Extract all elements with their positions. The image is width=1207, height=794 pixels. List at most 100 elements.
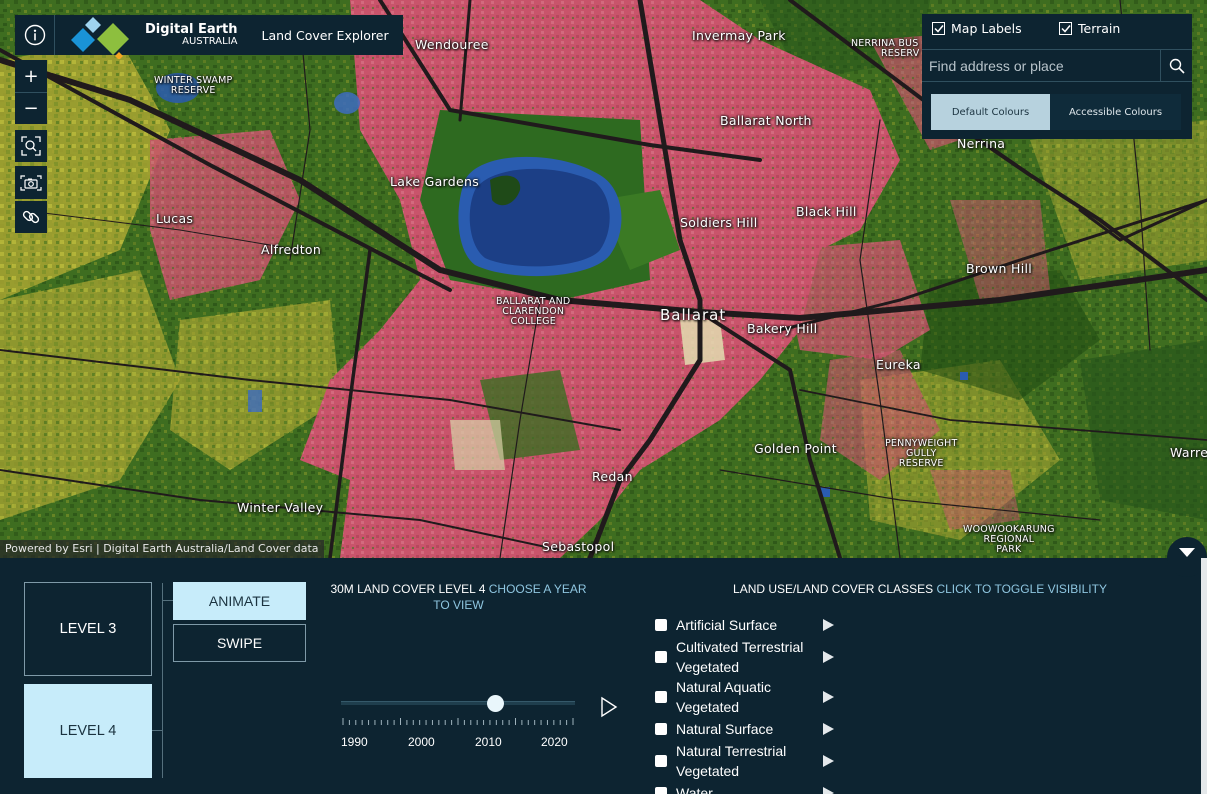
default-colours-button[interactable]: Default Colours <box>931 94 1050 130</box>
terrain-toggle[interactable]: Terrain <box>1059 21 1120 36</box>
brand-line1: Digital Earth <box>145 21 238 37</box>
chevron-down-icon <box>1179 548 1195 557</box>
search-input[interactable] <box>922 50 1160 81</box>
place-label-golden-point: Golden Point <box>754 441 837 456</box>
class-label: Cultivated Terrestrial Vegetated <box>676 637 816 677</box>
place-label-black-hill: Black Hill <box>796 204 857 219</box>
place-label-lake-gardens: Lake Gardens <box>390 174 480 189</box>
expand-arrow-icon[interactable] <box>823 651 834 663</box>
year-slider-track[interactable] <box>341 701 575 705</box>
tree-connector <box>162 600 173 601</box>
year-slider-thumb[interactable] <box>486 695 504 712</box>
map-labels-label: Map Labels <box>951 21 1022 36</box>
checkbox-checked-icon <box>932 22 945 35</box>
map-options-panel: Map Labels Terrain Default Colours Acces… <box>922 14 1192 139</box>
place-label-lucas: Lucas <box>156 211 194 226</box>
map-attribution[interactable]: Powered by Esri | Digital Earth Australi… <box>0 540 324 558</box>
screenshot-button[interactable] <box>15 166 47 199</box>
place-label-sebastopol: Sebastopol <box>542 539 615 554</box>
place-label-alfredton: Alfredton <box>261 242 322 257</box>
animate-button[interactable]: ANIMATE <box>173 582 306 620</box>
classes-title-text: LAND USE/LAND COVER CLASSES <box>733 582 934 596</box>
class-label: Natural Surface <box>676 721 774 737</box>
place-label-ballarat: Ballarat <box>660 306 727 324</box>
place-label-nerrina-bushland: NERRINA BUS RESERV <box>851 39 919 59</box>
class-item-artificial-surface[interactable]: Artificial Surface <box>655 615 834 635</box>
place-label-line: PARK <box>996 543 1022 555</box>
level4-button[interactable]: LEVEL 4 <box>24 684 152 778</box>
year-tick-label: 2000 <box>408 735 435 749</box>
place-label-wendouree: Wendouree <box>415 37 489 52</box>
place-label-line: RESERV <box>881 47 920 59</box>
class-item-water[interactable]: Water <box>655 783 834 794</box>
expand-arrow-icon[interactable] <box>823 755 834 767</box>
place-label-college: BALLARAT AND CLARENDON COLLEGE <box>496 297 570 327</box>
panel-scrollbar[interactable] <box>1201 558 1207 794</box>
share-link-button[interactable] <box>15 201 47 233</box>
dea-logo-icon <box>71 17 129 59</box>
place-label-invermay-park: Invermay Park <box>692 28 786 43</box>
level3-button[interactable]: LEVEL 3 <box>24 582 152 676</box>
layer-title: 30M LAND COVER LEVEL 4 CHOOSE A YEAR TO … <box>322 581 595 613</box>
class-label-line: Cultivated Terrestrial <box>676 639 804 655</box>
zoom-out-button[interactable]: − <box>15 92 47 124</box>
place-label-redan: Redan <box>592 469 633 484</box>
classes-title-hint: CLICK TO TOGGLE VISIBILITY <box>936 582 1107 596</box>
play-button[interactable] <box>599 696 619 718</box>
checkbox-unchecked-icon[interactable] <box>655 651 667 663</box>
link-icon <box>22 210 40 224</box>
minus-icon: − <box>23 98 39 119</box>
place-label-brown-hill: Brown Hill <box>966 261 1033 276</box>
class-label-line: Vegetated <box>676 699 740 715</box>
checkbox-unchecked-icon[interactable] <box>655 723 667 735</box>
play-icon <box>601 696 618 718</box>
class-label: Water <box>676 785 713 794</box>
checkbox-unchecked-icon[interactable] <box>655 619 667 631</box>
accessible-colours-button[interactable]: Accessible Colours <box>1050 94 1181 130</box>
place-label-line: RESERVE <box>170 84 216 96</box>
year-tick-label: 2020 <box>541 735 568 749</box>
brand-line2: AUSTRALIA <box>182 35 238 47</box>
zoom-to-extent-button[interactable] <box>15 130 47 162</box>
year-tick-label: 2010 <box>475 735 502 749</box>
class-item-natural-aquatic-vegetated[interactable]: Natural Aquatic Vegetated <box>655 677 834 717</box>
place-label-soldiers-hill: Soldiers Hill <box>680 215 758 230</box>
class-label-line: Vegetated <box>676 659 740 675</box>
place-label-pennyweight: PENNYWEIGHT GULLY RESERVE <box>885 439 957 469</box>
terrain-label: Terrain <box>1078 21 1121 36</box>
classes-title: LAND USE/LAND COVER CLASSES CLICK TO TOG… <box>700 581 1140 597</box>
expand-arrow-icon[interactable] <box>823 619 834 631</box>
class-label: Natural Aquatic Vegetated <box>676 677 816 717</box>
class-label-line: Natural Aquatic <box>676 679 771 695</box>
info-button[interactable] <box>15 15 55 55</box>
checkbox-checked-icon <box>1059 22 1072 35</box>
class-item-cultivated-terrestrial-vegetated[interactable]: Cultivated Terrestrial Vegetated <box>655 637 834 677</box>
zoom-in-button[interactable]: + <box>15 60 47 92</box>
search-icon <box>1169 58 1185 74</box>
colour-scheme-toggle: Default Colours Accessible Colours <box>931 94 1181 130</box>
place-label-line: RESERVE <box>898 457 944 469</box>
year-tick-label: 1990 <box>341 735 368 749</box>
class-label: Artificial Surface <box>676 617 778 633</box>
checkbox-unchecked-icon[interactable] <box>655 691 667 703</box>
checkbox-unchecked-icon[interactable] <box>655 787 667 794</box>
brand-bar: Digital Earth AUSTRALIA Land Cover Explo… <box>55 15 403 59</box>
tree-connector <box>162 583 163 778</box>
plus-icon: + <box>23 65 39 87</box>
layer-title-text: 30M LAND COVER LEVEL 4 <box>330 582 486 596</box>
expand-arrow-icon[interactable] <box>823 787 834 794</box>
checkbox-unchecked-icon[interactable] <box>655 755 667 767</box>
map-labels-toggle[interactable]: Map Labels <box>932 21 1022 36</box>
place-label-winter-swamp: WINTER SWAMP RESERVE <box>154 76 232 96</box>
class-label-line: Vegetated <box>676 763 740 779</box>
app-header: Digital Earth AUSTRALIA Land Cover Explo… <box>15 15 403 59</box>
app-title: Land Cover Explorer <box>261 27 389 43</box>
class-item-natural-terrestrial-vegetated[interactable]: Natural Terrestrial Vegetated <box>655 741 834 781</box>
swipe-button[interactable]: SWIPE <box>173 624 306 662</box>
search-button[interactable] <box>1160 50 1192 81</box>
class-item-natural-surface[interactable]: Natural Surface <box>655 719 834 739</box>
expand-arrow-icon[interactable] <box>823 691 834 703</box>
expand-arrow-icon[interactable] <box>823 723 834 735</box>
place-label-ballarat-north: Ballarat North <box>720 113 812 128</box>
place-label-bakery-hill: Bakery Hill <box>747 321 818 336</box>
